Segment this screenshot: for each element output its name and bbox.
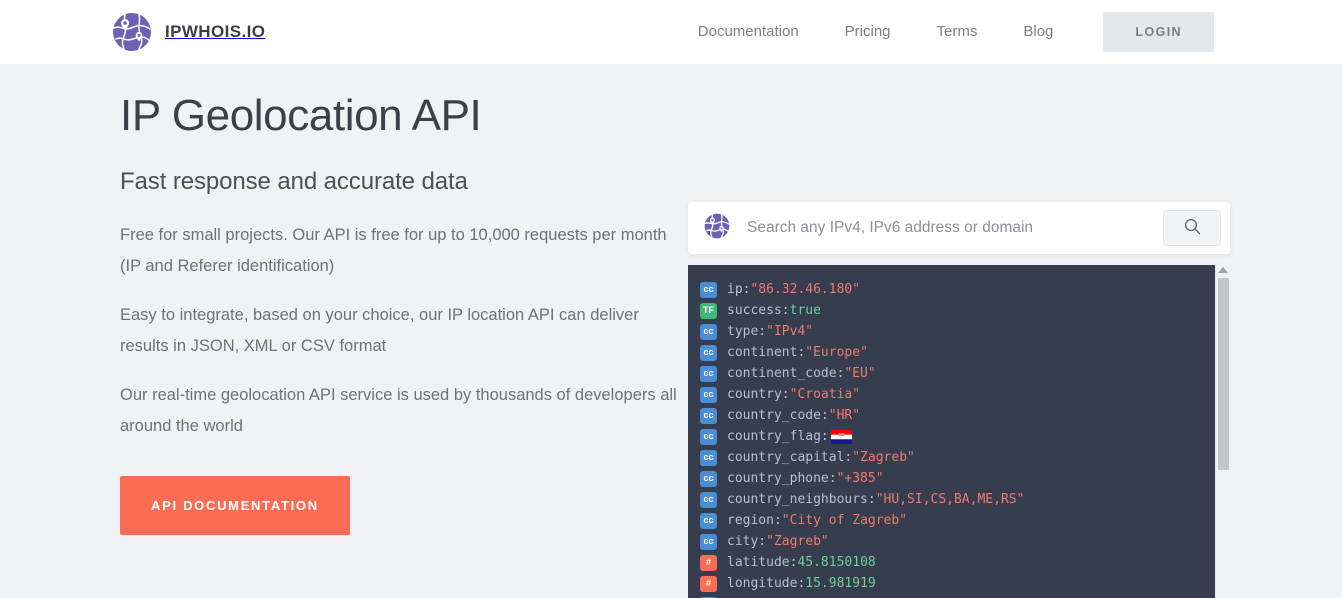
hero-copy: IP Geolocation API Fast response and acc… (120, 64, 680, 598)
type-badge-str-icon: cc (700, 533, 717, 550)
json-value: "IPv4" (766, 324, 814, 339)
panel-scrollbar[interactable] (1215, 265, 1230, 598)
type-badge-bool-icon: TF (700, 302, 717, 319)
type-badge-num-icon: # (700, 575, 717, 592)
json-value: "Zagreb" (766, 534, 829, 549)
json-value: "Croatia" (789, 387, 861, 402)
json-key: region: (727, 513, 782, 528)
json-value: "Europe" (805, 345, 868, 360)
json-key: success: (727, 303, 790, 318)
json-key: city: (727, 534, 767, 549)
json-key: latitude: (727, 555, 798, 570)
search-icon (1184, 218, 1201, 238)
json-line: cc country_code: "HR" (700, 405, 1215, 426)
scroll-up-icon[interactable] (1218, 267, 1228, 273)
json-key: country_code: (727, 408, 829, 423)
json-line: # latitude: 45.8150108 (700, 552, 1215, 573)
type-badge-str-icon: cc (700, 407, 717, 424)
json-key: type: (727, 324, 767, 339)
search-bar (688, 202, 1230, 254)
type-badge-str-icon: cc (700, 323, 717, 340)
json-line: cc continent: "Europe" (700, 342, 1215, 363)
main-nav: Documentation Pricing Terms Blog LOGIN (675, 0, 1214, 64)
nav-link-documentation[interactable]: Documentation (675, 0, 822, 64)
json-value: "86.32.46.180" (750, 282, 861, 297)
json-key: longitude: (727, 576, 806, 591)
json-line: cc country_flag: (700, 426, 1215, 447)
type-badge-str-icon: cc (700, 449, 717, 466)
json-key: country_flag: (727, 429, 829, 444)
brand-name: IPWHOIS.IO (165, 22, 266, 41)
type-badge-str-icon: cc (700, 512, 717, 529)
json-line: cc ip: "86.32.46.180" (700, 279, 1215, 300)
json-value: "HU,SI,CS,BA,ME,RS" (875, 492, 1025, 507)
json-line: cc continent_code: "EU" (700, 363, 1215, 384)
json-key: asn: (727, 594, 758, 598)
json-line: ccasn: "AS205714" (700, 594, 1215, 598)
json-key: country_capital: (727, 450, 853, 465)
json-value: "HR" (828, 408, 861, 423)
json-value: "City of Zagreb" (781, 513, 908, 528)
json-lines: cc ip: "86.32.46.180" TF success: true cc typ… (688, 265, 1215, 598)
nav-link-terms[interactable]: Terms (914, 0, 1001, 64)
type-badge-str-icon: cc (700, 491, 717, 508)
search-button[interactable] (1163, 210, 1221, 246)
json-line: # longitude: 15.981919 (700, 573, 1215, 594)
json-value: 45.8150108 (797, 555, 876, 570)
json-line: cc country_capital: "Zagreb" (700, 447, 1215, 468)
type-badge-str-icon: cc (700, 344, 717, 361)
api-documentation-button[interactable]: API DOCUMENTATION (120, 476, 350, 536)
json-key: continent: (727, 345, 806, 360)
json-key: country_phone: (727, 471, 837, 486)
api-demo-panel: ccip: "86.32.46.180"TFsuccess: truecctyp… (688, 64, 1230, 598)
hero-paragraph-1: Free for small projects. Our API is free… (120, 226, 667, 275)
json-line: cc region: "City of Zagreb" (700, 510, 1215, 531)
scrollbar-thumb[interactable] (1217, 278, 1229, 470)
json-value: "AS205714" (758, 594, 836, 598)
json-response-panel: cc ip: "86.32.46.180" TF success: true cc typ… (688, 265, 1230, 598)
type-badge-str-icon: cc (700, 428, 717, 445)
json-line: cc type: "IPv4" (700, 321, 1215, 342)
json-key: country: (727, 387, 790, 402)
json-line: cc country: "Croatia" (700, 384, 1215, 405)
json-value: "EU" (844, 366, 876, 381)
type-badge-str-icon: cc (700, 281, 717, 298)
globe-pin-logo-icon (112, 12, 152, 52)
json-line: cc country_phone: "+385" (700, 468, 1215, 489)
json-key: ip: (727, 282, 751, 297)
json-value: 15.981919 (805, 576, 876, 591)
hero-section: IP Geolocation API Fast response and acc… (0, 64, 1342, 598)
globe-pin-logo-icon (704, 213, 730, 244)
hero-paragraph-3: Our real-time geolocation API service is… (120, 386, 677, 435)
json-line: cc country_neighbours: "HU,SI,CS,BA,ME,RS… (700, 489, 1215, 510)
search-input[interactable] (730, 219, 1163, 237)
page-title: IP Geolocation API (120, 91, 482, 140)
type-badge-num-icon: # (700, 554, 717, 571)
hero-paragraph-2: Easy to integrate, based on your choice,… (120, 306, 639, 355)
site-header: IPWHOIS.IO Documentation Pricing Terms B… (0, 0, 1342, 64)
nav-link-pricing[interactable]: Pricing (822, 0, 914, 64)
login-button[interactable]: LOGIN (1103, 12, 1214, 52)
type-badge-str-icon: cc (700, 386, 717, 403)
json-line: cc city: "Zagreb" (700, 531, 1215, 552)
json-value: true (789, 303, 821, 318)
type-badge-str-icon: cc (700, 365, 717, 382)
json-key: country_neighbours: (727, 492, 876, 507)
nav-link-blog[interactable]: Blog (1000, 0, 1076, 64)
brand-link[interactable]: IPWHOIS.IO (112, 12, 265, 52)
json-value: "Zagreb" (852, 450, 915, 465)
croatia-flag-icon (830, 429, 852, 444)
json-line: TF success: true (700, 300, 1215, 321)
hero-subtitle: Fast response and accurate data (120, 168, 468, 196)
json-value: "+385" (836, 471, 884, 486)
json-key: continent_code: (727, 366, 845, 381)
type-badge-str-icon: cc (700, 470, 717, 487)
